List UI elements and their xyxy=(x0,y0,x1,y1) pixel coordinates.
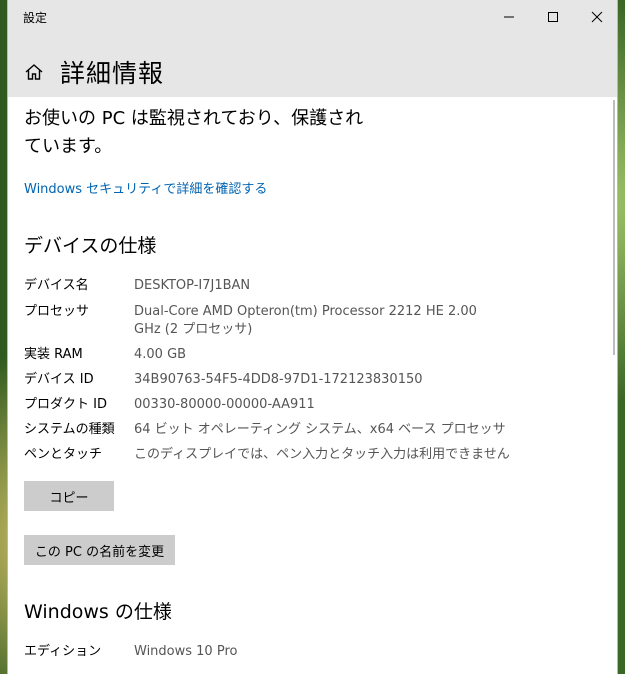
security-details-link[interactable]: Windows セキュリティで詳細を確認する xyxy=(24,178,267,197)
spec-label: 実装 RAM xyxy=(24,347,83,362)
title-bar[interactable]: 設定 xyxy=(8,0,617,34)
spec-label: デバイス名 xyxy=(24,278,89,293)
minimize-button[interactable] xyxy=(486,0,532,34)
maximize-button[interactable] xyxy=(530,0,576,34)
spec-label: エディション xyxy=(24,644,102,659)
rename-pc-button[interactable]: この PC の名前を変更 xyxy=(24,535,175,565)
device-specs-heading: デバイスの仕様 xyxy=(24,235,157,257)
spec-value: DESKTOP-I7J1BAN xyxy=(134,278,251,293)
close-button[interactable] xyxy=(574,0,617,34)
spec-value: 4.00 GB xyxy=(134,347,187,362)
spec-label: ペンとタッチ xyxy=(24,447,103,462)
page-header: 詳細情報 xyxy=(8,34,617,97)
content-area: お使いの PC は監視されており、保護されています。 Windows セキュリテ… xyxy=(8,97,617,674)
spec-value: このディスプレイでは、ペン入力とタッチ入力は利用できません xyxy=(134,447,510,462)
spec-label: プロセッサ xyxy=(24,304,90,319)
spec-label: システムの種類 xyxy=(24,422,115,437)
spec-label: プロダクト ID xyxy=(24,397,107,412)
windows-specs-heading: Windows の仕様 xyxy=(24,601,172,623)
scrollbar[interactable] xyxy=(613,100,615,355)
home-icon[interactable] xyxy=(24,62,44,82)
page-title: 詳細情報 xyxy=(60,59,165,88)
app-title: 設定 xyxy=(23,11,48,25)
spec-value: 00330-80000-00000-AA911 xyxy=(134,397,315,412)
settings-window: 設定 詳細情報 お使いの PC は監視されており、保護されています。 Windo… xyxy=(8,0,617,674)
maximize-icon xyxy=(548,12,558,22)
copy-button[interactable]: コピー xyxy=(24,481,114,511)
protection-message: お使いの PC は監視されており、保護されています。 xyxy=(24,108,364,157)
spec-value: Dual-Core AMD Opteron(tm) Processor 2212… xyxy=(134,304,477,337)
spec-value: 64 ビット オペレーティング システム、x64 ベース プロセッサ xyxy=(134,422,506,437)
spec-label: デバイス ID xyxy=(24,372,94,387)
close-icon xyxy=(591,11,603,23)
spec-value: 34B90763-54F5-4DD8-97D1-172123830150 xyxy=(134,372,423,387)
minimize-icon xyxy=(504,16,514,18)
spec-value: Windows 10 Pro xyxy=(134,644,238,659)
